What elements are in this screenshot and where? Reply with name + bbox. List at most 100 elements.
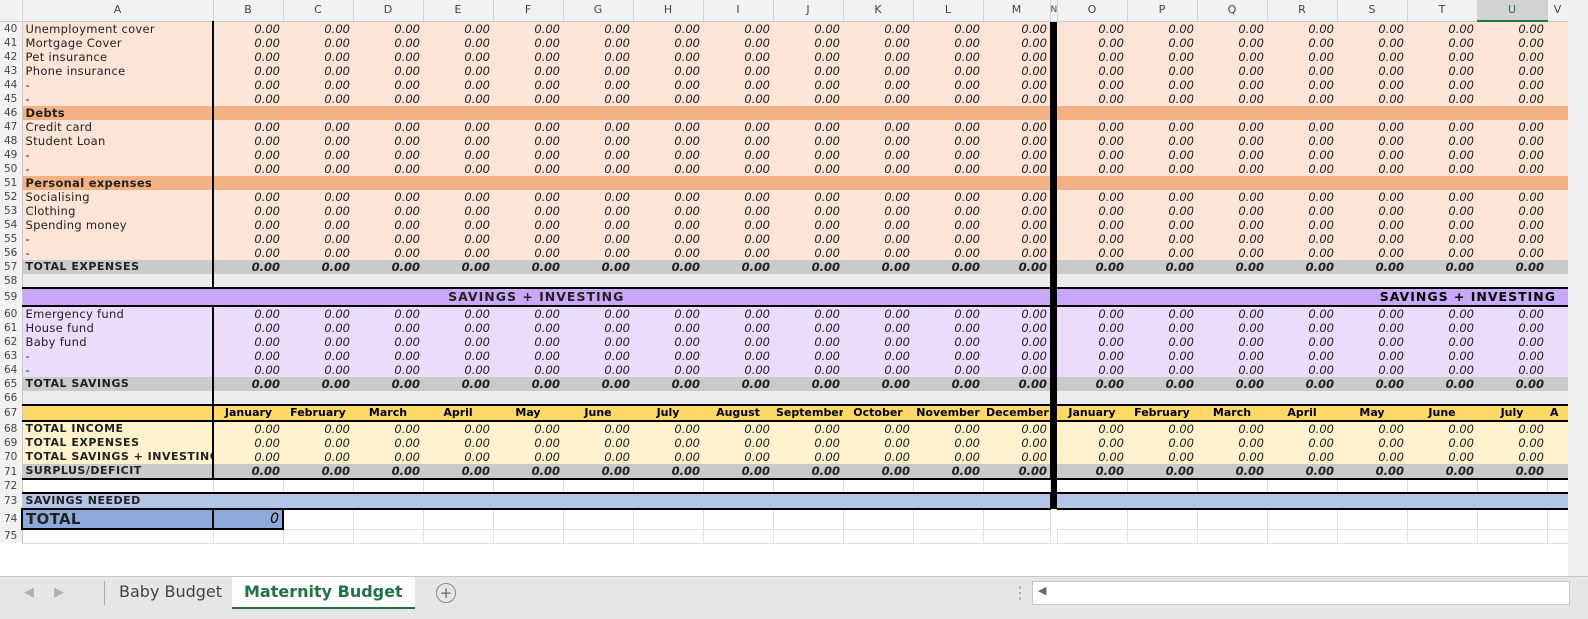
- cell[interactable]: [563, 529, 634, 544]
- cell[interactable]: 0.00: [423, 134, 493, 148]
- cell[interactable]: 0.00: [423, 335, 493, 349]
- cell[interactable]: 0.00: [773, 246, 843, 260]
- cell[interactable]: 0.00: [983, 246, 1050, 260]
- column-header-b[interactable]: B: [213, 0, 284, 22]
- cell[interactable]: 0.00: [563, 436, 633, 450]
- cell[interactable]: 0.00: [1477, 36, 1547, 50]
- cell[interactable]: [1057, 274, 1127, 288]
- frozen-split-bar[interactable]: [1050, 92, 1057, 106]
- cell[interactable]: [1547, 529, 1568, 544]
- cell[interactable]: 0.00: [983, 450, 1050, 464]
- cell[interactable]: 0.00: [1197, 148, 1267, 162]
- cell[interactable]: 0.00: [423, 349, 493, 363]
- cell[interactable]: 0.00: [283, 190, 353, 204]
- cell[interactable]: [1407, 176, 1477, 190]
- cell[interactable]: 0.00: [913, 162, 983, 176]
- cell[interactable]: September: [773, 404, 843, 422]
- cell[interactable]: 0.00: [1057, 36, 1127, 50]
- cell[interactable]: 0.00: [773, 349, 843, 363]
- row-header-51[interactable]: 51: [0, 176, 23, 190]
- cell[interactable]: 0.00: [633, 21, 703, 36]
- cell[interactable]: [1127, 479, 1198, 494]
- column-header-h[interactable]: H: [633, 0, 704, 22]
- column-header-p[interactable]: P: [1127, 0, 1198, 22]
- row-header-47[interactable]: 47: [0, 120, 23, 134]
- row-label[interactable]: Mortgage Cover: [22, 36, 214, 50]
- cell[interactable]: 0.00: [1337, 204, 1407, 218]
- cell[interactable]: 0.00: [423, 260, 493, 274]
- cell[interactable]: [843, 391, 913, 405]
- cell[interactable]: 0.00: [633, 78, 703, 92]
- add-sheet-button[interactable]: +: [436, 583, 456, 603]
- cell[interactable]: [1547, 274, 1568, 288]
- cell[interactable]: [983, 106, 1050, 120]
- cell[interactable]: 0.00: [983, 120, 1050, 134]
- cell[interactable]: 0.00: [423, 246, 493, 260]
- frozen-split-bar[interactable]: [1050, 450, 1057, 464]
- cell[interactable]: February: [1127, 404, 1197, 422]
- row-label[interactable]: Clothing: [22, 204, 214, 218]
- cell[interactable]: [493, 391, 563, 405]
- cell[interactable]: 0.00: [283, 50, 353, 64]
- cell[interactable]: January: [1057, 404, 1127, 422]
- cell[interactable]: [1547, 64, 1568, 78]
- cell[interactable]: 0.00: [1127, 260, 1197, 274]
- cell[interactable]: 0.00: [353, 148, 423, 162]
- cell[interactable]: February: [283, 404, 353, 422]
- row-label[interactable]: Unemployment cover: [22, 21, 214, 36]
- cell[interactable]: 0.00: [213, 436, 283, 450]
- cell[interactable]: [1267, 176, 1337, 190]
- cell[interactable]: 0.00: [1337, 21, 1407, 36]
- cell[interactable]: [1547, 232, 1568, 246]
- cell[interactable]: 0.00: [213, 260, 283, 274]
- cell[interactable]: 0.00: [1057, 335, 1127, 349]
- row-header-72[interactable]: 72: [0, 479, 23, 493]
- cell[interactable]: [1057, 479, 1128, 494]
- frozen-split-bar[interactable]: [1050, 493, 1057, 509]
- cell[interactable]: 0.00: [983, 306, 1050, 321]
- cell[interactable]: [773, 529, 844, 544]
- cell[interactable]: 0.00: [213, 421, 283, 436]
- cell[interactable]: 0.00: [913, 50, 983, 64]
- cell[interactable]: 0.00: [1127, 246, 1197, 260]
- cell[interactable]: [983, 479, 1051, 494]
- cell[interactable]: [1407, 492, 1477, 510]
- cell[interactable]: [1407, 509, 1478, 530]
- cell[interactable]: [1267, 391, 1337, 405]
- cell[interactable]: [1197, 391, 1267, 405]
- row-label[interactable]: TOTAL SAVINGS: [22, 377, 214, 391]
- cell[interactable]: 0.00: [283, 204, 353, 218]
- cell[interactable]: 0.00: [213, 321, 283, 335]
- frozen-split-bar[interactable]: [1050, 405, 1057, 421]
- cell[interactable]: 0.00: [1407, 78, 1477, 92]
- cell[interactable]: 0.00: [493, 306, 563, 321]
- row-header-49[interactable]: 49: [0, 148, 23, 162]
- cell[interactable]: 0.00: [353, 363, 423, 377]
- cell[interactable]: 0.00: [983, 436, 1050, 450]
- cell[interactable]: [1547, 391, 1568, 405]
- cell[interactable]: 0.00: [563, 162, 633, 176]
- cell[interactable]: [983, 274, 1050, 288]
- cell[interactable]: 0.00: [843, 321, 913, 335]
- cell[interactable]: 0.00: [1407, 450, 1477, 464]
- cell[interactable]: 0.00: [423, 218, 493, 232]
- cell[interactable]: [563, 492, 633, 510]
- cell[interactable]: 0.00: [1337, 36, 1407, 50]
- cell[interactable]: 0.00: [1057, 421, 1127, 436]
- cell[interactable]: 0.00: [1337, 78, 1407, 92]
- cell[interactable]: 0.00: [1337, 246, 1407, 260]
- cell[interactable]: 0.00: [423, 21, 493, 36]
- frozen-split-bar[interactable]: [1050, 176, 1057, 190]
- cell[interactable]: 0.00: [423, 363, 493, 377]
- cell[interactable]: 0.00: [353, 120, 423, 134]
- cell[interactable]: 0.00: [983, 260, 1050, 274]
- vertical-scrollbar[interactable]: [1568, 0, 1588, 576]
- cell[interactable]: 0.00: [423, 50, 493, 64]
- cell[interactable]: 0.00: [1127, 92, 1197, 106]
- cell[interactable]: 0.00: [1267, 50, 1337, 64]
- cell[interactable]: [703, 106, 773, 120]
- cell[interactable]: [283, 274, 353, 288]
- cell[interactable]: 0.00: [1057, 204, 1127, 218]
- cell[interactable]: [1197, 274, 1267, 288]
- cell[interactable]: 0.00: [353, 64, 423, 78]
